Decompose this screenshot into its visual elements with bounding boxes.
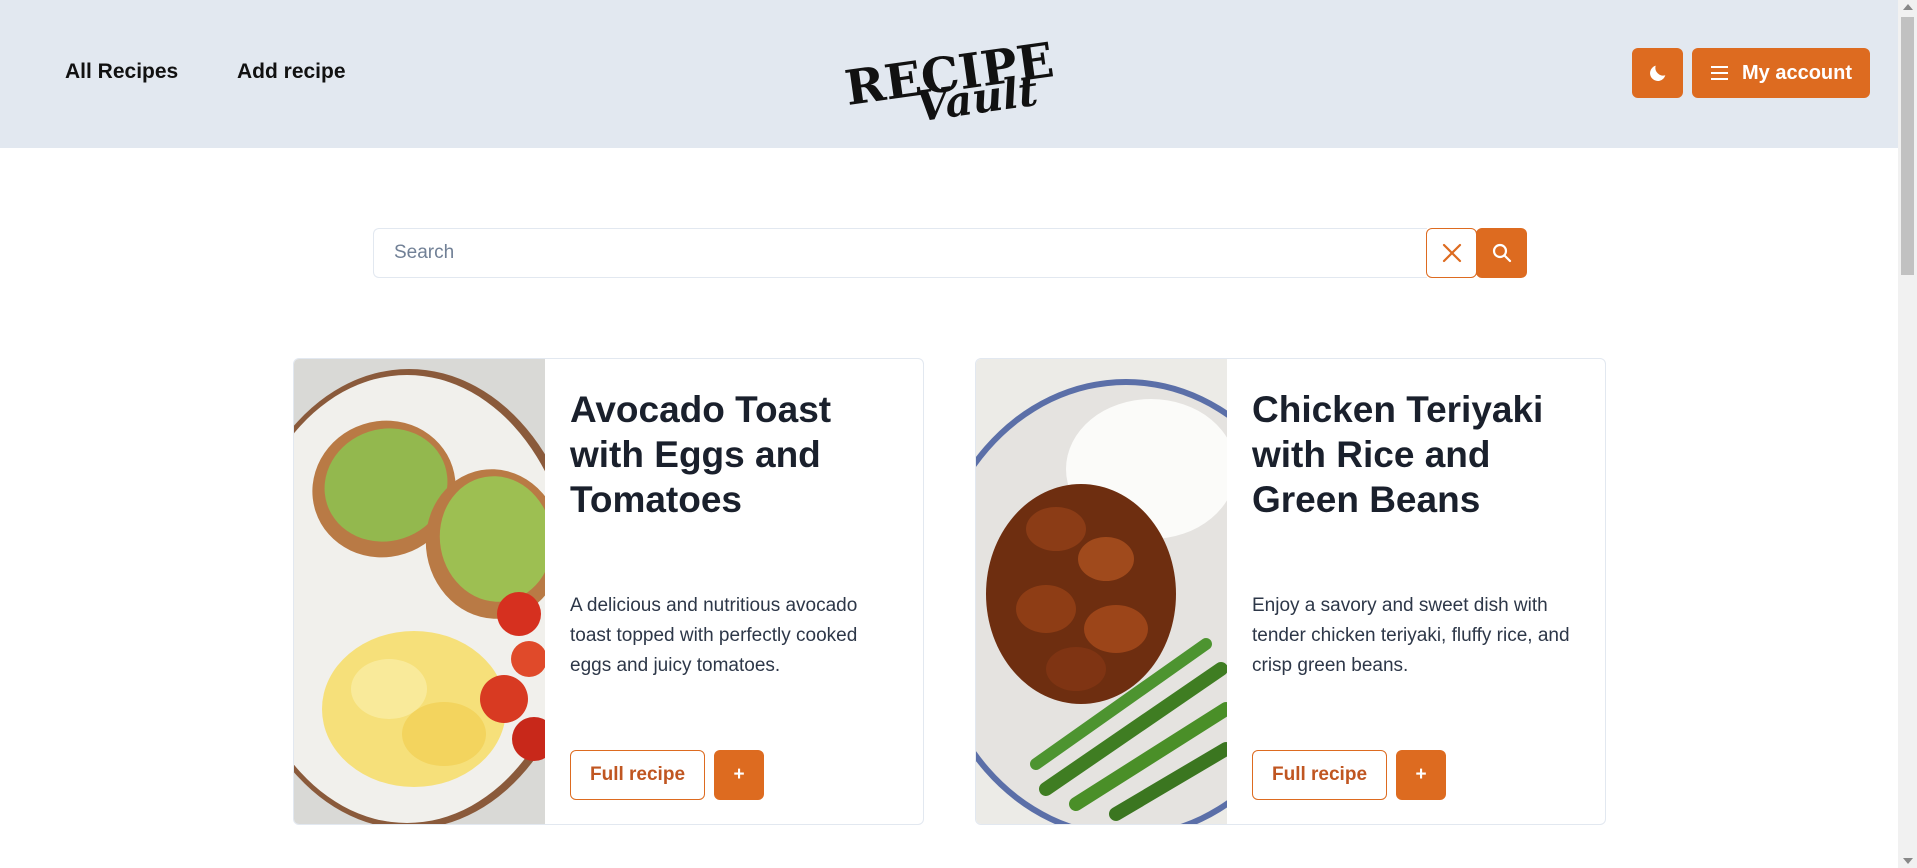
search-button[interactable] xyxy=(1476,228,1527,278)
recipe-title: Chicken Teriyaki with Rice and Green Bea… xyxy=(1252,389,1544,520)
page-scrollbar[interactable] xyxy=(1898,0,1917,868)
search-input[interactable] xyxy=(373,228,1427,278)
top-navbar: All Recipes Add recipe RECIPE Vault My a… xyxy=(0,0,1898,148)
recipe-vault-logo[interactable]: RECIPE Vault xyxy=(840,22,1055,122)
recipe-card-body: Avocado Toast with Eggs and Tomatoes A d… xyxy=(545,359,923,824)
close-icon xyxy=(1442,243,1461,263)
moon-icon xyxy=(1649,65,1665,81)
my-account-label: My account xyxy=(1741,61,1853,84)
clear-search-button[interactable] xyxy=(1426,228,1477,278)
nav-add-recipe-link[interactable]: Add recipe xyxy=(237,60,346,84)
scrollbar-thumb[interactable] xyxy=(1901,17,1914,275)
full-recipe-button[interactable]: Full recipe xyxy=(570,750,705,800)
scroll-down-arrow-icon[interactable] xyxy=(1903,858,1913,864)
recipe-image-avocado-toast xyxy=(294,359,545,824)
menu-icon xyxy=(1710,66,1728,80)
search-icon xyxy=(1492,243,1511,263)
my-account-button[interactable]: My account xyxy=(1692,48,1870,98)
recipe-card: Avocado Toast with Eggs and Tomatoes A d… xyxy=(293,358,924,825)
theme-toggle-button[interactable] xyxy=(1632,48,1683,98)
add-recipe-plus-button[interactable]: + xyxy=(714,750,764,800)
recipe-description: Enjoy a savory and sweet dish with tende… xyxy=(1252,595,1570,676)
recipe-card: Chicken Teriyaki with Rice and Green Bea… xyxy=(975,358,1606,825)
recipe-card-body: Chicken Teriyaki with Rice and Green Bea… xyxy=(1227,359,1605,824)
recipe-image-chicken-teriyaki xyxy=(976,359,1227,824)
nav-all-recipes-link[interactable]: All Recipes xyxy=(65,60,178,84)
full-recipe-button[interactable]: Full recipe xyxy=(1252,750,1387,800)
add-recipe-plus-button[interactable]: + xyxy=(1396,750,1446,800)
recipe-title: Avocado Toast with Eggs and Tomatoes xyxy=(570,389,832,520)
scroll-up-arrow-icon[interactable] xyxy=(1903,4,1913,10)
recipe-description: A delicious and nutritious avocado toast… xyxy=(570,595,858,676)
